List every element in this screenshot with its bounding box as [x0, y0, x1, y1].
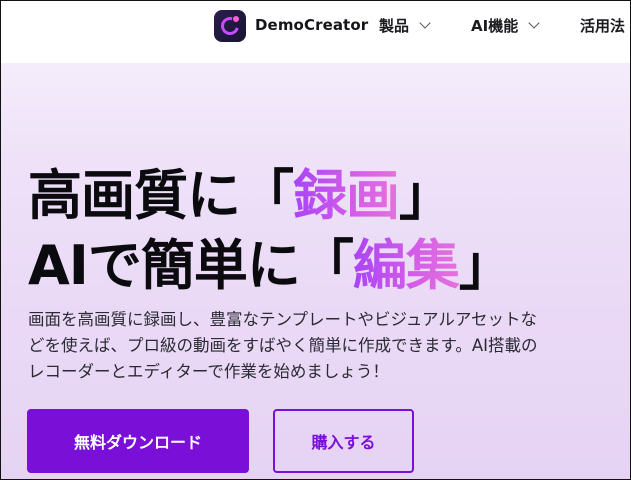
free-download-button-label: 無料ダウンロード	[73, 433, 202, 452]
hero-title-1-suffix: 」	[399, 164, 453, 227]
buy-button[interactable]: 購入する	[273, 409, 414, 473]
democreator-logo-icon[interactable]	[214, 10, 246, 42]
hero-title-1-prefix: 高画質に「	[28, 164, 294, 227]
free-download-button[interactable]: 無料ダウンロード	[27, 409, 249, 473]
hero-title-2-prefix: AIで簡単に「	[28, 234, 354, 297]
nav-item-usage[interactable]: 活用法	[580, 15, 625, 36]
hero-title-line-1: 高画質に「録画」	[28, 169, 453, 223]
hero-description-line: レコーダーとエディターで作業を始めましょう！	[28, 362, 389, 381]
browser-viewport: DemoCreator 製品 AI機能 活用法 高画質に「録画」 AIで簡単に「…	[0, 0, 631, 480]
chevron-down-icon	[419, 17, 431, 29]
logo-dot-shape	[233, 16, 239, 22]
site-header: DemoCreator 製品 AI機能 活用法	[1, 1, 630, 53]
nav-item-ai-features[interactable]: AI機能	[471, 15, 540, 36]
buy-button-label: 購入する	[311, 433, 376, 452]
hero-description: 画面を高画質に録画し、豊富なテンプレートやビジュアルアセットな どを使えば、プロ…	[28, 307, 628, 385]
hero-title-line-2: AIで簡単に「編集」	[28, 239, 513, 293]
header-dropdown-strip	[363, 53, 630, 63]
hero-description-line: どを使えば、プロ級の動画をすばやく簡単に作成できます。AI搭載の	[28, 336, 538, 355]
hero-title-1-highlight: 録画	[293, 164, 400, 227]
hero-title-2-suffix: 」	[458, 234, 513, 297]
nav-item-products[interactable]: 製品	[379, 15, 431, 36]
nav-item-ai-features-label: AI機能	[471, 17, 519, 35]
brand-name[interactable]: DemoCreator	[255, 16, 368, 34]
chevron-down-icon	[528, 17, 540, 29]
nav-item-usage-label: 活用法	[580, 17, 626, 35]
nav-item-products-label: 製品	[379, 17, 410, 35]
hero-description-line: 画面を高画質に録画し、豊富なテンプレートやビジュアルアセットな	[28, 310, 538, 329]
hero-title-2-highlight: 編集	[352, 234, 460, 297]
